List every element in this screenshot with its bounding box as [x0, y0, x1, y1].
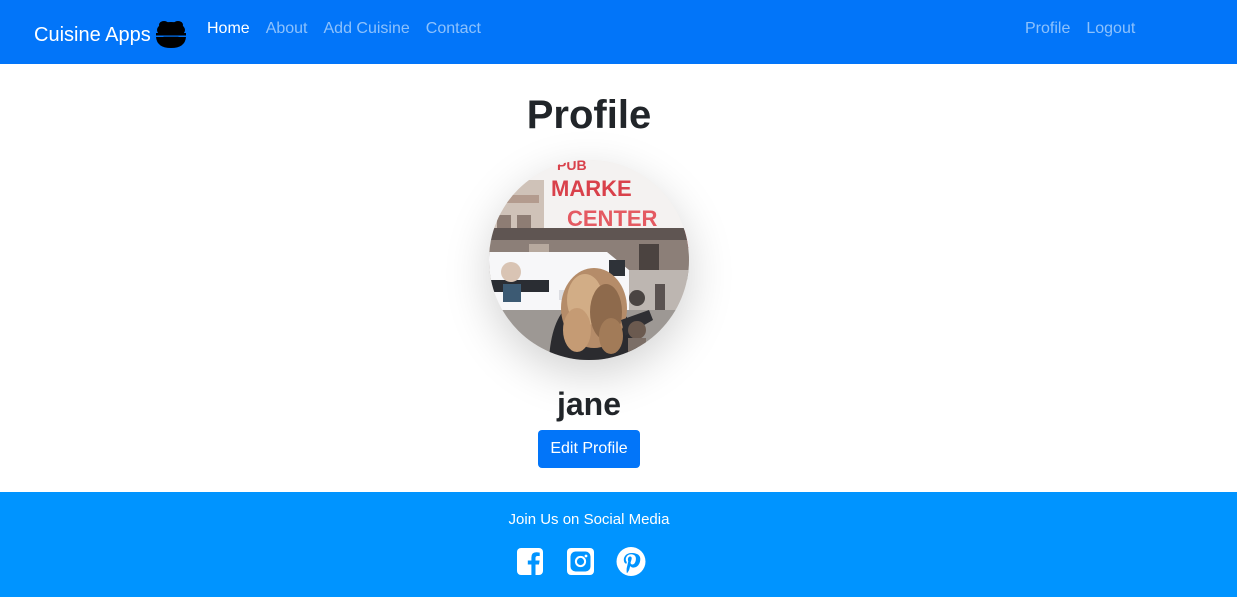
brand-link[interactable]: Cuisine Apps	[34, 20, 187, 50]
instagram-icon[interactable]	[565, 547, 595, 577]
navbar: Cuisine Apps Home About Add Cuisine Cont…	[0, 0, 1237, 64]
username: jane	[556, 386, 622, 422]
nav-links-left: Home About Add Cuisine Contact	[207, 19, 481, 39]
nav-home[interactable]: Home	[207, 20, 250, 37]
svg-text:MARKE: MARKE	[551, 176, 632, 201]
avatar: MARKE CENTER PUB	[489, 160, 689, 360]
bowl-icon	[155, 21, 186, 48]
edit-profile-button[interactable]: Edit Profile	[538, 430, 640, 468]
nav-profile[interactable]: Profile	[1025, 20, 1070, 37]
nav-about[interactable]: About	[266, 20, 308, 37]
footer: Join Us on Social Media	[0, 492, 1237, 597]
facebook-icon[interactable]	[515, 547, 545, 577]
avatar-image: MARKE CENTER PUB	[489, 160, 689, 360]
svg-text:PUB: PUB	[557, 160, 587, 173]
pinterest-icon[interactable]	[616, 547, 646, 577]
brand-name: Cuisine Apps	[34, 23, 151, 46]
nav-contact[interactable]: Contact	[426, 20, 481, 37]
nav-links-right: Profile Logout	[1025, 19, 1135, 39]
footer-text: Join Us on Social Media	[508, 511, 670, 528]
nav-add-cuisine[interactable]: Add Cuisine	[324, 20, 410, 37]
nav-logout[interactable]: Logout	[1086, 20, 1135, 37]
svg-text:CENTER: CENTER	[567, 206, 658, 231]
profile-section: Profile MARKE CENTER PUB jane Edit Profi…	[0, 64, 1237, 492]
page-title: Profile	[526, 93, 652, 137]
